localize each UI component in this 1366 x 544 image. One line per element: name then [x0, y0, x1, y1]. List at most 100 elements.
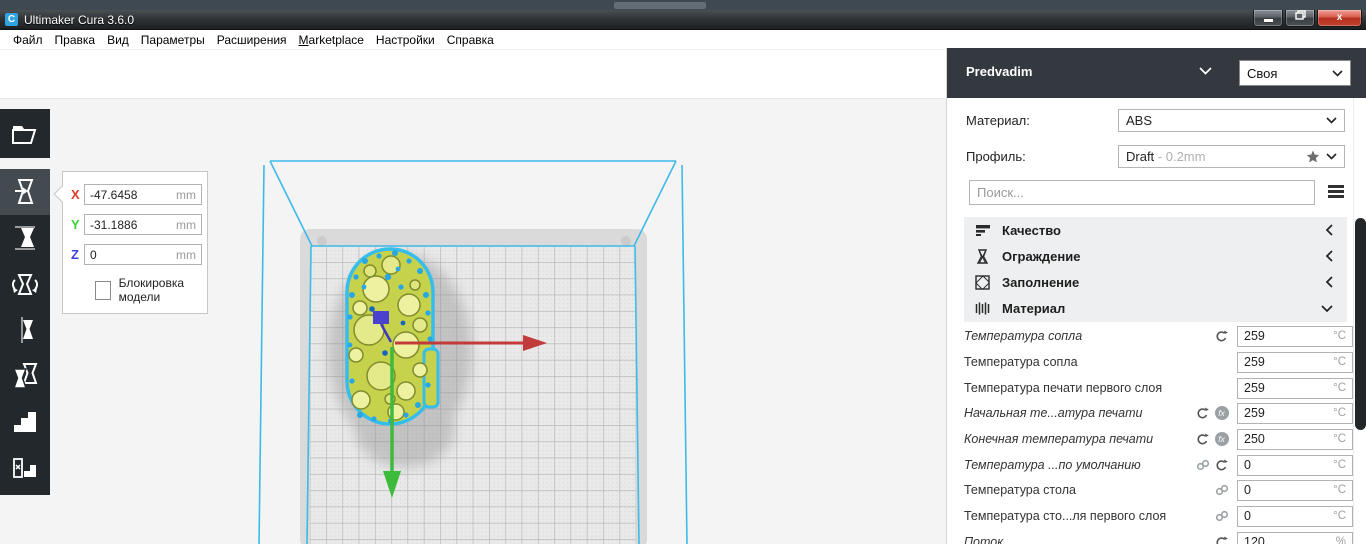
chevron-down-icon: [1321, 304, 1333, 312]
category-shell[interactable]: Ограждение: [964, 243, 1347, 269]
setting-row-bed-temp[interactable]: Температура стола 0 °C: [947, 478, 1353, 502]
cura-app-icon: C: [5, 13, 18, 26]
material-label: Материал:: [966, 113, 1030, 128]
tool-support-blocker-alt[interactable]: [0, 445, 50, 491]
category-material[interactable]: Материал: [964, 295, 1347, 321]
mirror-tool-icon: [21, 317, 33, 343]
revert-icon[interactable]: [1213, 536, 1230, 544]
setting-value-box[interactable]: 259 °C: [1237, 351, 1353, 373]
z-position-input[interactable]: 0 mm: [84, 244, 202, 265]
setting-categories: Качество Ограждение Заполнение Материал: [964, 217, 1347, 322]
settings-body: Материал: ABS Профиль: Draft - 0.2mm Пои…: [947, 98, 1366, 544]
printer-header: Predvadim Своя: [947, 48, 1366, 98]
printer-name[interactable]: Predvadim: [966, 64, 1032, 79]
y-position-input[interactable]: -31.1886 mm: [84, 214, 202, 235]
setting-value-box[interactable]: 259 °C: [1237, 377, 1353, 399]
category-quality[interactable]: Качество: [964, 217, 1347, 243]
restore-button[interactable]: [1285, 10, 1315, 27]
menu-edit[interactable]: Правка: [49, 30, 102, 50]
search-input[interactable]: Поиск...: [969, 180, 1315, 205]
setting-row-final-print-temp[interactable]: Конечная температура печати fx 250 °C: [947, 427, 1353, 451]
lock-model-checkbox[interactable]: [95, 280, 111, 300]
cura-application-window: C Ultimaker Cura 3.6.0 x Файл Правка Вид…: [0, 0, 1366, 544]
print-settings-panel: Predvadim Своя Материал: ABS Профиль: Dr…: [946, 48, 1366, 544]
material-lines-icon: [974, 301, 991, 316]
revert-icon[interactable]: [1194, 433, 1211, 446]
chevron-left-icon: [1326, 224, 1333, 236]
setting-row-initial-layer-temp[interactable]: Температура печати первого слоя 259 °C: [947, 376, 1353, 400]
tool-move[interactable]: [0, 169, 50, 215]
chevron-down-icon: [1326, 153, 1337, 160]
tool-per-model-settings[interactable]: [0, 353, 50, 399]
menu-view[interactable]: Вид: [101, 30, 135, 50]
menu-help[interactable]: Справка: [441, 30, 500, 50]
minimize-button[interactable]: [1253, 10, 1283, 27]
restore-icon: [1294, 10, 1306, 20]
menu-settings[interactable]: Параметры: [135, 30, 211, 50]
tool-mirror[interactable]: [0, 307, 50, 353]
star-icon[interactable]: [1306, 150, 1320, 163]
stairs-icon: [14, 412, 36, 432]
setting-value-box[interactable]: 259 °C: [1237, 325, 1353, 347]
shell-icon: [974, 248, 991, 264]
tool-strip: [0, 169, 50, 495]
link-icon[interactable]: [1213, 484, 1230, 496]
setting-value-box[interactable]: 259 °C: [1237, 402, 1353, 424]
profile-dropdown[interactable]: Draft - 0.2mm: [1118, 145, 1345, 168]
variant-dropdown[interactable]: Своя: [1239, 60, 1351, 86]
window-title: Ultimaker Cura 3.6.0: [24, 12, 135, 27]
tool-rotate[interactable]: [0, 261, 50, 307]
scale-tool-icon: [15, 226, 35, 250]
profile-label: Профиль:: [966, 149, 1026, 164]
setting-row-default-bed-temp[interactable]: Температура ...по умолчанию 0 °C: [947, 453, 1353, 477]
revert-icon[interactable]: [1213, 330, 1230, 343]
setting-row-flow[interactable]: Поток 120%: [947, 530, 1353, 544]
category-infill[interactable]: Заполнение: [964, 269, 1347, 295]
menu-file[interactable]: Файл: [7, 30, 49, 50]
x-position-input[interactable]: -47.6458 mm: [84, 184, 202, 205]
move-tool-panel: X -47.6458 mm Y -31.1886 mm Z 0 mm Блокиров…: [53, 171, 208, 314]
setting-row-bed-temp-initial-layer[interactable]: Температура сто...ля первого слоя 0 °C: [947, 504, 1353, 528]
per-model-settings-icon: [12, 363, 38, 389]
stairs-x-icon: [13, 458, 36, 478]
infill-icon: [974, 274, 991, 290]
open-file-button[interactable]: [0, 109, 50, 158]
z-axis-handle[interactable]: [373, 311, 389, 324]
menu-preferences[interactable]: Настройки: [370, 30, 441, 50]
menu-bar: Файл Правка Вид Параметры Расширения Mar…: [0, 30, 1366, 50]
menu-extensions[interactable]: Расширения: [211, 30, 293, 50]
app-header: cura Подготовка Монитор Просмотр мод...: [0, 50, 946, 146]
function-icon[interactable]: fx: [1213, 432, 1230, 446]
tool-scale[interactable]: [0, 215, 50, 261]
z-axis-label: Z: [71, 247, 79, 262]
close-button[interactable]: x: [1317, 10, 1362, 27]
setting-row-nozzle-temp-resolved[interactable]: Температура сопла 259 °C: [947, 324, 1353, 348]
build-plate-scene: [258, 160, 688, 544]
function-icon[interactable]: fx: [1213, 406, 1230, 420]
chevron-left-icon: [1326, 276, 1333, 288]
move-tool-icon: [15, 179, 34, 204]
scrollbar-thumb[interactable]: [1355, 218, 1366, 430]
revert-icon[interactable]: [1194, 407, 1211, 420]
settings-scrollbar[interactable]: [1353, 98, 1366, 544]
title-bar[interactable]: C Ultimaker Cura 3.6.0 x: [0, 10, 1366, 30]
setting-value-box[interactable]: 0 °C: [1237, 505, 1353, 527]
setting-row-nozzle-temp[interactable]: Температура сопла 259 °C: [947, 350, 1353, 374]
menu-marketplace[interactable]: Marketplace: [293, 30, 370, 50]
open-folder-icon: [12, 125, 37, 144]
setting-value-box[interactable]: 250 °C: [1237, 428, 1353, 450]
material-dropdown[interactable]: ABS: [1118, 109, 1345, 132]
link-icon[interactable]: [1194, 459, 1211, 471]
chevron-down-icon: [1326, 117, 1337, 124]
printer-chevron-down-icon[interactable]: [1199, 67, 1212, 75]
viewport-3d[interactable]: X -47.6458 mm Y -31.1886 mm Z 0 mm Блокиров…: [0, 98, 946, 544]
setting-row-initial-print-temp[interactable]: Начальная те...атура печати fx 259 °C: [947, 401, 1353, 425]
link-icon[interactable]: [1213, 510, 1230, 522]
lock-model-label: Блокировка модели: [118, 276, 185, 304]
settings-menu-icon[interactable]: [1328, 185, 1344, 199]
revert-icon[interactable]: [1213, 459, 1230, 472]
setting-value-box[interactable]: 0 °C: [1237, 454, 1353, 476]
tool-support-blocker[interactable]: [0, 399, 50, 445]
setting-value-box[interactable]: 0 °C: [1237, 479, 1353, 501]
setting-value-box[interactable]: 120%: [1237, 531, 1353, 544]
